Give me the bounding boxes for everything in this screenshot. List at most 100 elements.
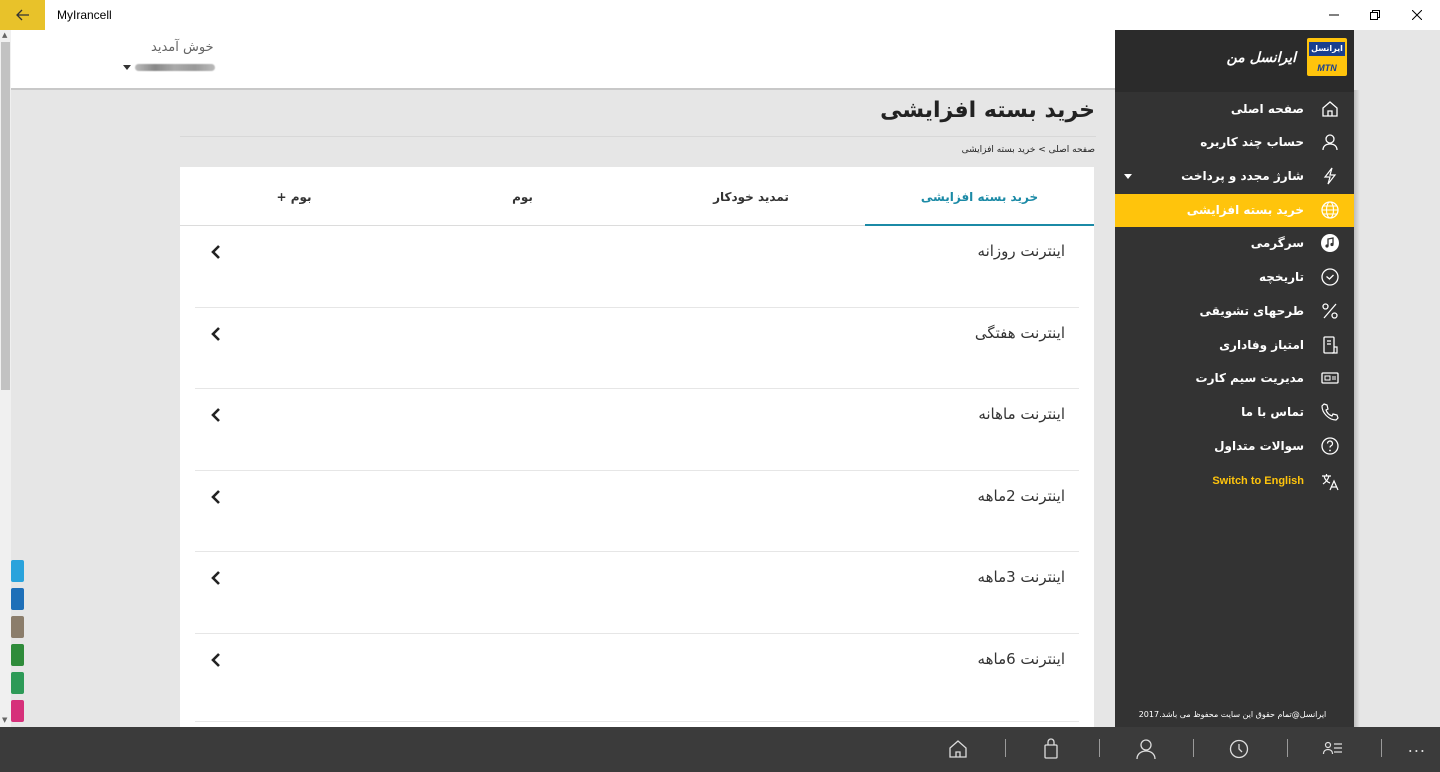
lightning-icon bbox=[1323, 167, 1337, 185]
sidebar-item-label: سوالات متداول bbox=[1214, 439, 1304, 453]
package-label: اینترنت ماهانه bbox=[978, 405, 1065, 423]
list-icon[interactable] bbox=[1322, 738, 1344, 760]
chevron-left-icon bbox=[211, 408, 220, 422]
sidebar-item-label: شارژ مجدد و پرداخت bbox=[1181, 169, 1304, 183]
list-item[interactable]: اینترنت ماهانه bbox=[195, 389, 1079, 471]
bottom-app-bar: ... bbox=[0, 727, 1440, 772]
sidebar-item-label: امتیاز وفاداری bbox=[1219, 338, 1304, 352]
caret-down-icon bbox=[123, 65, 131, 70]
sidebar-item-recharge[interactable]: شارژ مجدد و پرداخت bbox=[1115, 160, 1354, 193]
separator bbox=[1287, 739, 1288, 757]
list-item[interactable]: اینترنت هفتگی bbox=[195, 308, 1079, 389]
close-button[interactable] bbox=[1394, 0, 1440, 30]
vertical-scrollbar[interactable]: ▲ ▼ bbox=[0, 30, 11, 727]
chevron-down-icon[interactable] bbox=[1124, 174, 1132, 179]
back-button[interactable] bbox=[0, 0, 45, 30]
sidebar-item-label: صفحه اصلی bbox=[1230, 102, 1304, 116]
close-icon bbox=[1412, 10, 1422, 20]
clock-icon bbox=[1321, 268, 1339, 286]
tab-label: بوم + bbox=[276, 189, 312, 204]
sidebar-item-label: Switch to English bbox=[1212, 475, 1304, 487]
sidebar-title: ایرانسل من bbox=[1226, 50, 1296, 66]
page-title: خرید بسته افزایشی bbox=[880, 98, 1095, 123]
tab-boom-plus[interactable]: بوم + bbox=[180, 167, 408, 226]
irancell-logo: ایرانسل MTN bbox=[1307, 38, 1347, 76]
app-title: MyIrancell bbox=[57, 8, 112, 22]
sidebar-item-multi-user[interactable]: حساب چند کاربره bbox=[1115, 126, 1354, 159]
chevron-left-icon bbox=[211, 652, 220, 667]
chevron-left-icon bbox=[211, 326, 220, 341]
instagram-icon[interactable] bbox=[11, 616, 24, 638]
logo-text-top: ایرانسل bbox=[1309, 42, 1345, 56]
list-item[interactable]: اینترنت روزانه bbox=[195, 226, 1079, 308]
list-item[interactable]: اینترنت 6ماهه bbox=[195, 634, 1079, 722]
bale-icon[interactable] bbox=[11, 672, 24, 694]
divider bbox=[180, 136, 1096, 137]
aparat-icon[interactable] bbox=[11, 644, 24, 666]
user-dropdown[interactable] bbox=[123, 64, 215, 71]
translate-icon bbox=[1322, 474, 1339, 491]
rubika-icon[interactable] bbox=[11, 700, 24, 722]
welcome-text: خوش آمدید bbox=[151, 40, 214, 55]
tab-label: تمدید خودکار bbox=[713, 189, 789, 204]
sidebar-item-label: حساب چند کاربره bbox=[1200, 135, 1304, 149]
package-label: اینترنت 2ماهه bbox=[977, 486, 1065, 505]
percent-icon bbox=[1322, 303, 1338, 319]
sidebar-item-label: خرید بسته افزایشی bbox=[1186, 203, 1304, 217]
breadcrumb[interactable]: صفحه اصلی > خرید بسته افزایشی bbox=[962, 145, 1095, 155]
sidebar-item-promotions[interactable]: طرحهای تشویقی bbox=[1115, 295, 1354, 328]
telegram-icon[interactable] bbox=[11, 560, 24, 582]
sidebar-item-sim-management[interactable]: مدیریت سیم کارت bbox=[1115, 362, 1354, 395]
tab-auto-renew[interactable]: تمدید خودکار bbox=[637, 167, 865, 226]
shopping-bag-icon[interactable] bbox=[1040, 738, 1062, 760]
globe-icon bbox=[1321, 201, 1339, 219]
list-item[interactable]: اینترنت 3ماهه bbox=[195, 552, 1079, 634]
tab-label: خرید بسته افزایشی bbox=[920, 189, 1039, 204]
logo-text-bottom: MTN bbox=[1317, 63, 1337, 73]
sidebar-item-label: طرحهای تشویقی bbox=[1199, 304, 1304, 318]
tab-boom[interactable]: بوم bbox=[408, 167, 637, 226]
chevron-left-icon bbox=[211, 571, 220, 585]
separator bbox=[1099, 739, 1100, 757]
sidebar-item-label: سرگرمی bbox=[1250, 236, 1304, 250]
title-bar: MyIrancell bbox=[0, 0, 1440, 30]
more-button[interactable]: ... bbox=[1408, 737, 1426, 756]
sidebar-shadow bbox=[1354, 90, 1360, 727]
sidebar-item-label: تماس با ما bbox=[1241, 405, 1304, 419]
copyright-text: ایرانسل@تمام حقوق این سایت محفوظ می باشد… bbox=[1138, 710, 1327, 719]
sidebar-item-label: مدیریت سیم کارت bbox=[1195, 371, 1304, 385]
package-label: اینترنت 3ماهه bbox=[977, 568, 1065, 586]
home-icon bbox=[1322, 101, 1338, 117]
chevron-left-icon bbox=[211, 489, 220, 504]
user-icon[interactable] bbox=[1135, 738, 1157, 760]
clock-icon[interactable] bbox=[1228, 738, 1250, 760]
sidebar-header: ایرانسل من ایرانسل MTN bbox=[1115, 30, 1354, 92]
sidebar-item-switch-language[interactable]: Switch to English bbox=[1115, 466, 1354, 499]
sidebar-item-loyalty[interactable]: امتیاز وفاداری bbox=[1115, 329, 1354, 362]
sidebar-item-buy-package[interactable]: خرید بسته افزایشی bbox=[1115, 194, 1354, 227]
soroush-icon[interactable] bbox=[11, 588, 24, 610]
sidebar-item-home[interactable]: صفحه اصلی bbox=[1115, 93, 1354, 126]
sidebar-item-history[interactable]: تاریخچه bbox=[1115, 261, 1354, 294]
home-icon[interactable] bbox=[947, 738, 969, 760]
scrollbar-thumb[interactable] bbox=[1, 42, 10, 390]
minimize-button[interactable] bbox=[1311, 0, 1357, 30]
music-icon bbox=[1321, 234, 1339, 252]
loyalty-icon bbox=[1323, 336, 1338, 354]
app-window: MyIrancell ▲ ▼ خوش آمدید خرید بسته افزای… bbox=[0, 0, 1440, 772]
tab-buy-package[interactable]: خرید بسته افزایشی bbox=[865, 167, 1094, 226]
sidebar-item-contact[interactable]: تماس با ما bbox=[1115, 396, 1354, 429]
scroll-down-icon[interactable]: ▼ bbox=[2, 716, 7, 724]
arrow-left-icon bbox=[15, 9, 29, 21]
minimize-icon bbox=[1329, 14, 1339, 16]
tab-label: بوم bbox=[512, 189, 533, 204]
scroll-up-icon[interactable]: ▲ bbox=[2, 31, 7, 39]
sidebar-item-faq[interactable]: سوالات متداول bbox=[1115, 430, 1354, 463]
list-item[interactable]: اینترنت 2ماهه bbox=[195, 471, 1079, 552]
user-icon bbox=[1322, 134, 1338, 151]
sidebar-item-entertainment[interactable]: سرگرمی bbox=[1115, 227, 1354, 260]
blurred-phone-number bbox=[135, 64, 215, 71]
restore-button[interactable] bbox=[1352, 0, 1398, 30]
restore-icon bbox=[1370, 10, 1380, 20]
chevron-left-icon bbox=[211, 245, 220, 259]
